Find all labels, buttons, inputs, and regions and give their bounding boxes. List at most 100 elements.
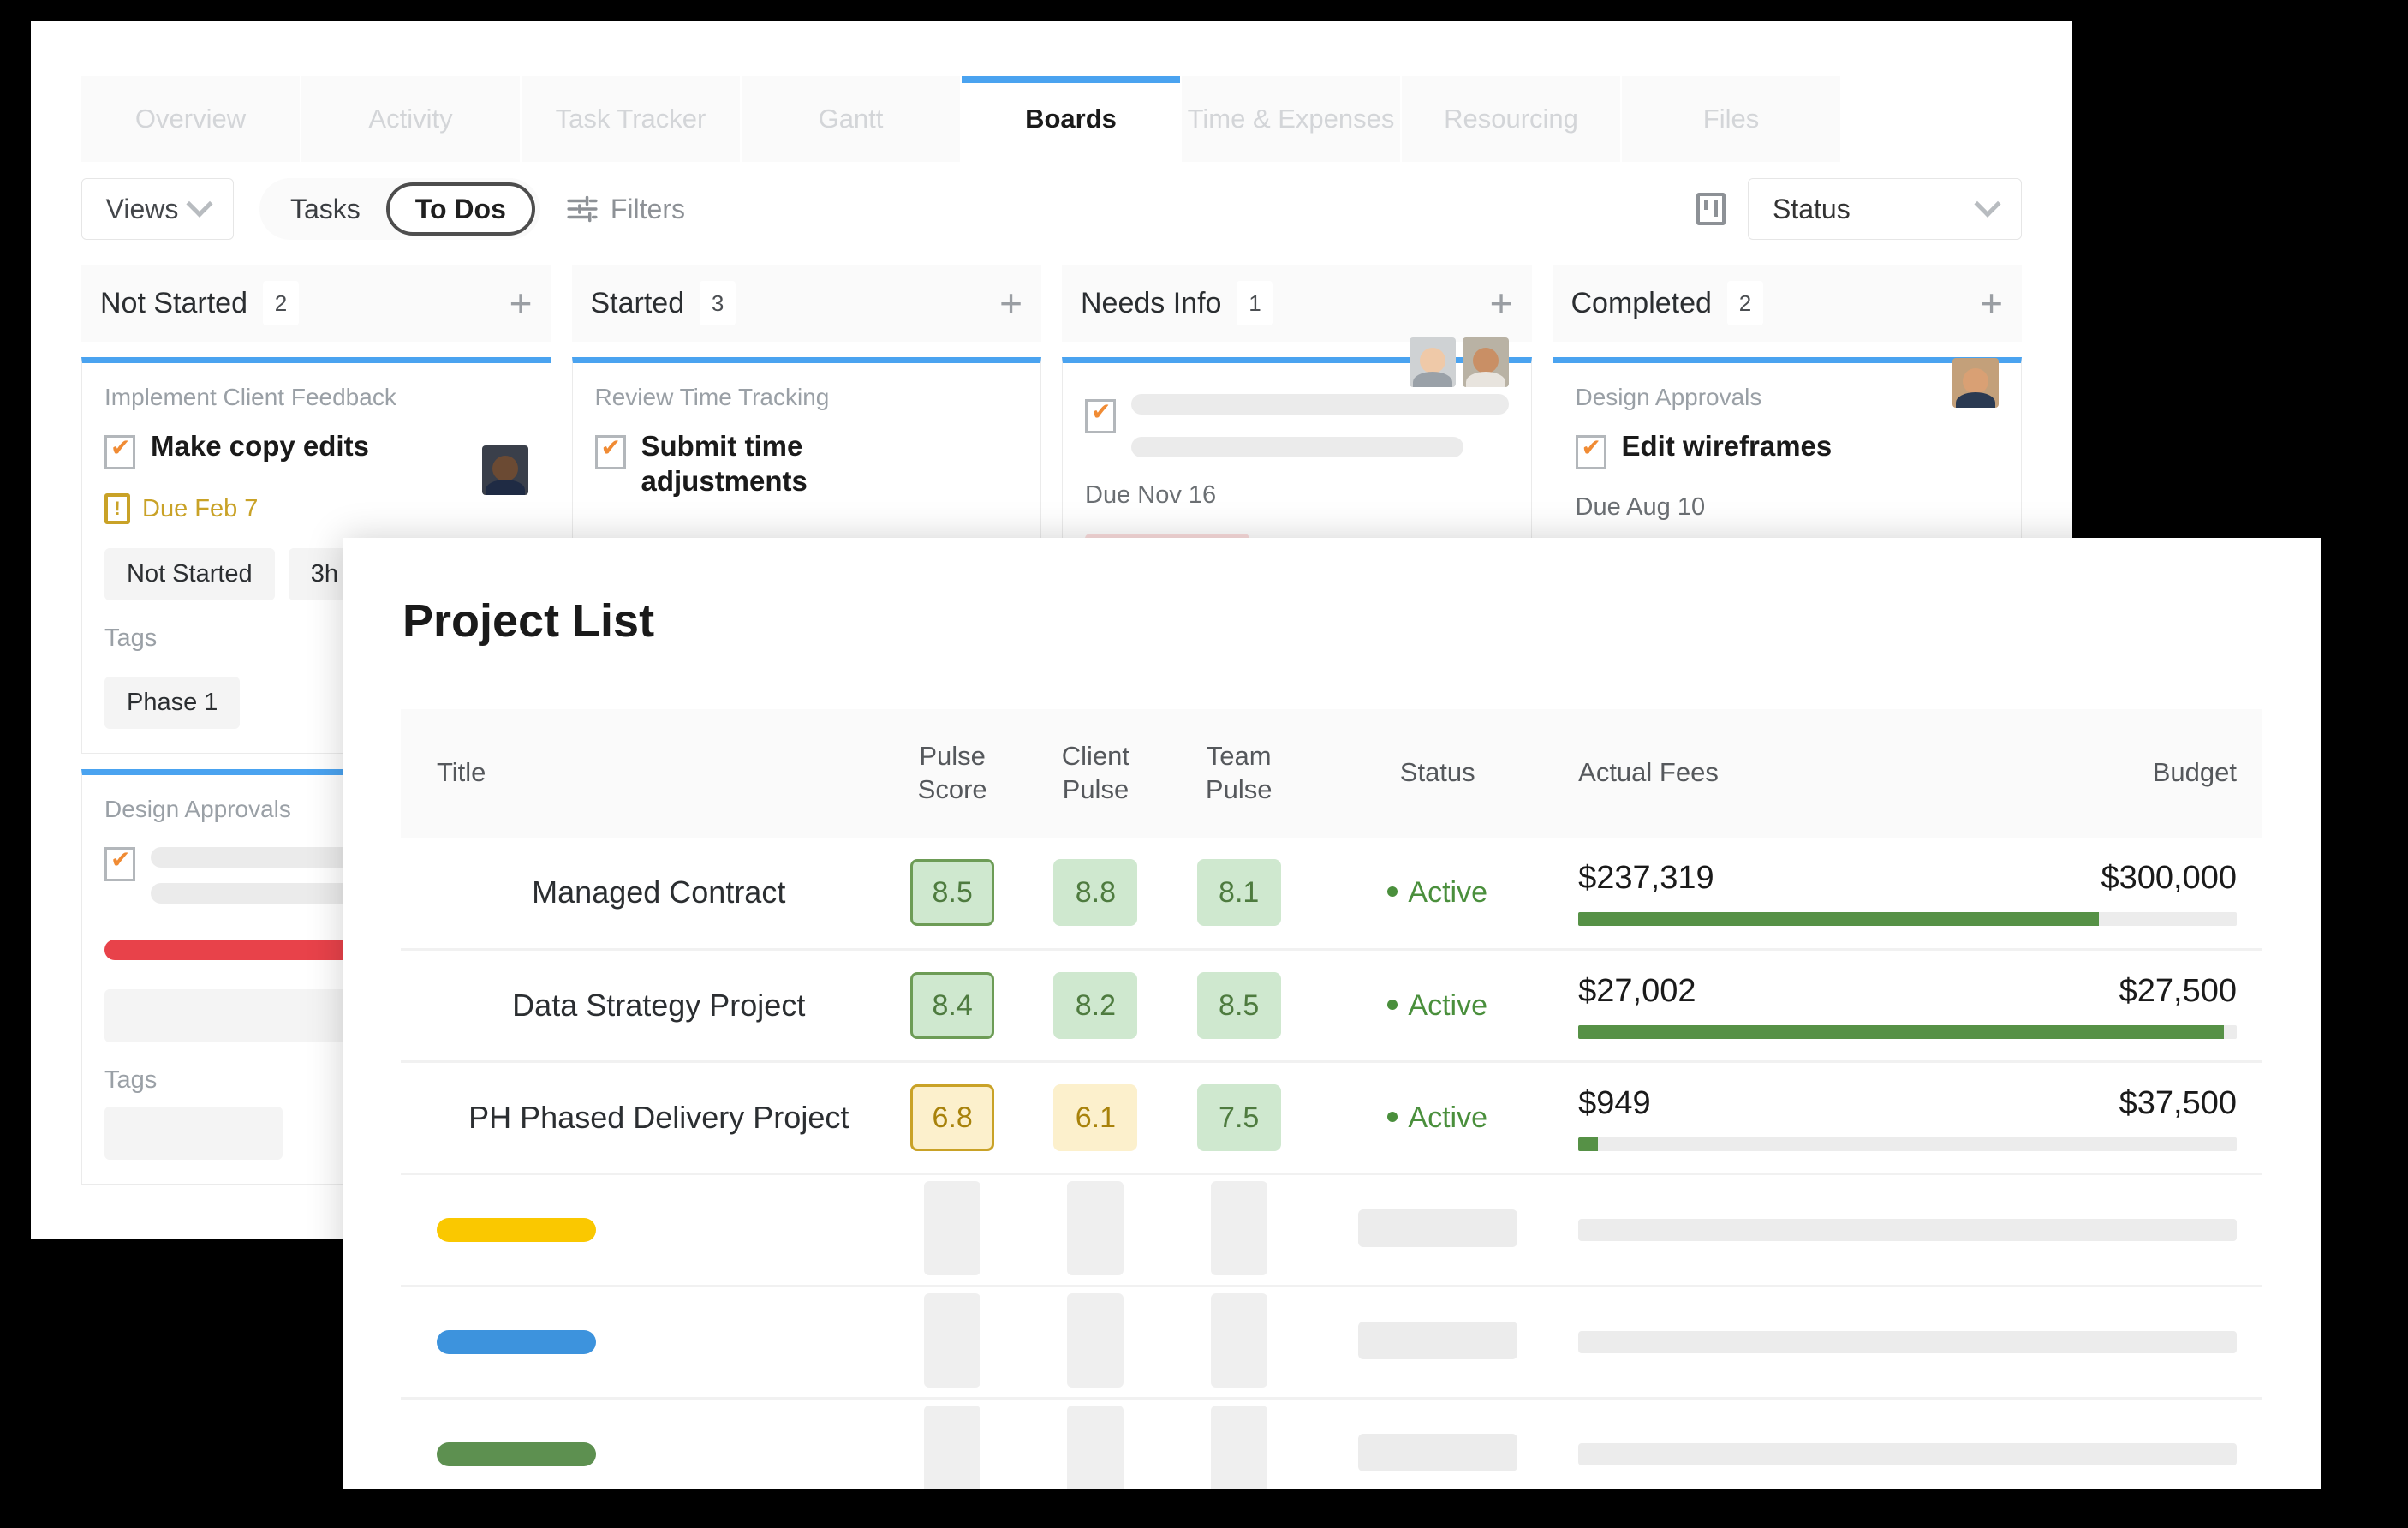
add-card-button[interactable]: + <box>999 284 1022 323</box>
table-row[interactable]: PH Phased Delivery Project 6.8 6.1 7.5 A… <box>401 1061 2262 1175</box>
cell-client-pulse: 8.2 <box>1023 949 1168 1063</box>
tab-time-expenses[interactable]: Time & Expenses <box>1182 76 1400 162</box>
card-chip[interactable]: Not Started <box>104 548 275 600</box>
score-badge: 8.1 <box>1196 859 1281 927</box>
card-avatars <box>1952 358 1999 408</box>
column-header-budget[interactable]: Budget <box>1942 709 2262 838</box>
alert-clipboard-icon: ! <box>104 493 130 524</box>
card-due-row: Due Nov 16 <box>1085 337 1509 510</box>
score-badge: 6.8 <box>910 1084 995 1151</box>
tasks-todos-segmented: Tasks To Dos <box>259 178 540 240</box>
chevron-down-icon <box>186 190 213 218</box>
chevron-down-icon <box>1974 190 2001 218</box>
views-dropdown[interactable]: Views <box>81 178 234 240</box>
table-row-placeholder[interactable] <box>401 1398 2262 1489</box>
card-title-row: Edit wireframes <box>1575 428 2000 469</box>
board-toolbar: Views Tasks To Dos Filters Status <box>31 175 2072 243</box>
status-dropdown[interactable]: Status <box>1748 178 2022 240</box>
column-title: Completed <box>1571 286 1712 319</box>
score-badge: 7.5 <box>1196 1084 1281 1151</box>
card-project-name: Review Time Tracking <box>594 384 830 410</box>
column-header-actual-fees[interactable]: Actual Fees <box>1565 709 1943 838</box>
budget-progress-bar <box>1578 1137 2237 1151</box>
column-header-client-pulse[interactable]: Client Pulse <box>1023 709 1168 838</box>
segment-tasks[interactable]: Tasks <box>265 182 386 236</box>
status-dropdown-label: Status <box>1773 193 1851 224</box>
cell-team-pulse: 8.1 <box>1167 837 1311 951</box>
tab-resourcing[interactable]: Resourcing <box>1402 76 1620 162</box>
add-card-button[interactable]: + <box>510 284 533 323</box>
avatar[interactable] <box>1952 358 1999 408</box>
avatar[interactable] <box>1462 337 1509 387</box>
todo-check-icon[interactable] <box>104 433 135 469</box>
tab-activity[interactable]: Activity <box>301 76 520 162</box>
panel-title: Project List <box>402 595 655 647</box>
card-chip-skeleton <box>104 989 359 1042</box>
board-card[interactable]: Design Approvals Edit wireframes Due Aug… <box>1552 357 2022 546</box>
card-status-bar <box>104 940 359 960</box>
todo-check-icon[interactable] <box>1575 433 1606 469</box>
actual-fees-value: $949 <box>1578 1084 1651 1121</box>
cell-fees-budget: $237,319 $300,000 <box>1565 837 2262 951</box>
avatar[interactable] <box>1409 337 1456 387</box>
views-label: Views <box>105 193 179 224</box>
card-due-text: Due Nov 16 <box>1085 481 1217 509</box>
add-card-button[interactable]: + <box>1980 284 2003 323</box>
cell-score-placeholder <box>1023 1286 1168 1400</box>
tab-label: Time & Expenses <box>1187 104 1395 134</box>
tab-overview[interactable]: Overview <box>81 76 300 162</box>
avatar[interactable] <box>481 445 528 495</box>
column-count-badge: 1 <box>1237 281 1273 325</box>
todo-check-icon[interactable] <box>1085 397 1116 433</box>
budget-value: $300,000 <box>2101 859 2238 896</box>
cell-score-placeholder <box>880 1286 1024 1400</box>
cell-score-placeholder <box>1167 1398 1311 1489</box>
table-row[interactable]: Managed Contract 8.5 8.8 8.1 Active $237… <box>401 837 2262 951</box>
column-title: Started <box>590 286 685 319</box>
todo-check-icon[interactable] <box>594 433 626 469</box>
column-header-team-pulse[interactable]: Team Pulse <box>1167 709 1311 838</box>
card-project-name: Design Approvals <box>1575 384 1762 410</box>
column-header-title[interactable]: Title <box>401 709 881 838</box>
table-row-placeholder[interactable] <box>401 1286 2262 1400</box>
cell-title: PH Phased Delivery Project <box>401 1061 881 1175</box>
card-due-row: ! Due Feb 7 <box>104 445 528 524</box>
tab-task-tracker[interactable]: Task Tracker <box>522 76 740 162</box>
cell-pulse-score: 6.8 <box>880 1061 1024 1175</box>
table-row[interactable]: Data Strategy Project 8.4 8.2 8.5 Active… <box>401 949 2262 1063</box>
tab-files[interactable]: Files <box>1622 76 1840 162</box>
cell-score-placeholder <box>1167 1286 1311 1400</box>
fees-row: $237,319 $300,000 <box>1578 860 2237 897</box>
project-list-panel: Project List Title Pulse Score Client Pu… <box>343 538 2321 1489</box>
sliders-icon <box>567 195 598 223</box>
cell-score-placeholder <box>880 1398 1024 1489</box>
tab-label: Boards <box>1025 104 1117 134</box>
card-title: Edit wireframes <box>1621 430 1833 462</box>
card-title-row: Submit time adjustments <box>594 428 1019 499</box>
card-tag[interactable]: Phase 1 <box>104 677 241 729</box>
cell-score-placeholder <box>1023 1173 1168 1287</box>
tab-boards[interactable]: Boards <box>962 76 1180 162</box>
cell-client-pulse: 6.1 <box>1023 1061 1168 1175</box>
todo-check-icon[interactable] <box>104 845 135 881</box>
add-card-button[interactable]: + <box>1490 284 1513 323</box>
segment-todos[interactable]: To Dos <box>385 182 535 236</box>
kanban-board-icon[interactable] <box>1696 193 1726 225</box>
tab-gantt[interactable]: Gantt <box>742 76 960 162</box>
cell-fees-placeholder <box>1565 1173 2262 1287</box>
column-header-status[interactable]: Status <box>1310 709 1565 838</box>
card-title-row: Make copy edits <box>104 428 528 469</box>
card-due-text: Due Aug 10 <box>1575 493 1706 521</box>
table-row-placeholder[interactable] <box>401 1173 2262 1287</box>
column-count-badge: 2 <box>262 281 299 325</box>
cell-score-placeholder <box>1023 1398 1168 1489</box>
card-title-row <box>1085 392 1509 457</box>
score-badge: 8.5 <box>910 859 995 927</box>
cell-fees-budget: $27,002 $27,500 <box>1565 949 2262 1063</box>
score-badge: 8.8 <box>1053 859 1138 927</box>
status-dot-icon <box>1387 999 1398 1010</box>
filters-button[interactable]: Filters <box>566 194 685 225</box>
cell-score-placeholder <box>1167 1173 1311 1287</box>
header-line: Pulse <box>919 741 986 771</box>
column-header-pulse-score[interactable]: Pulse Score <box>880 709 1024 838</box>
